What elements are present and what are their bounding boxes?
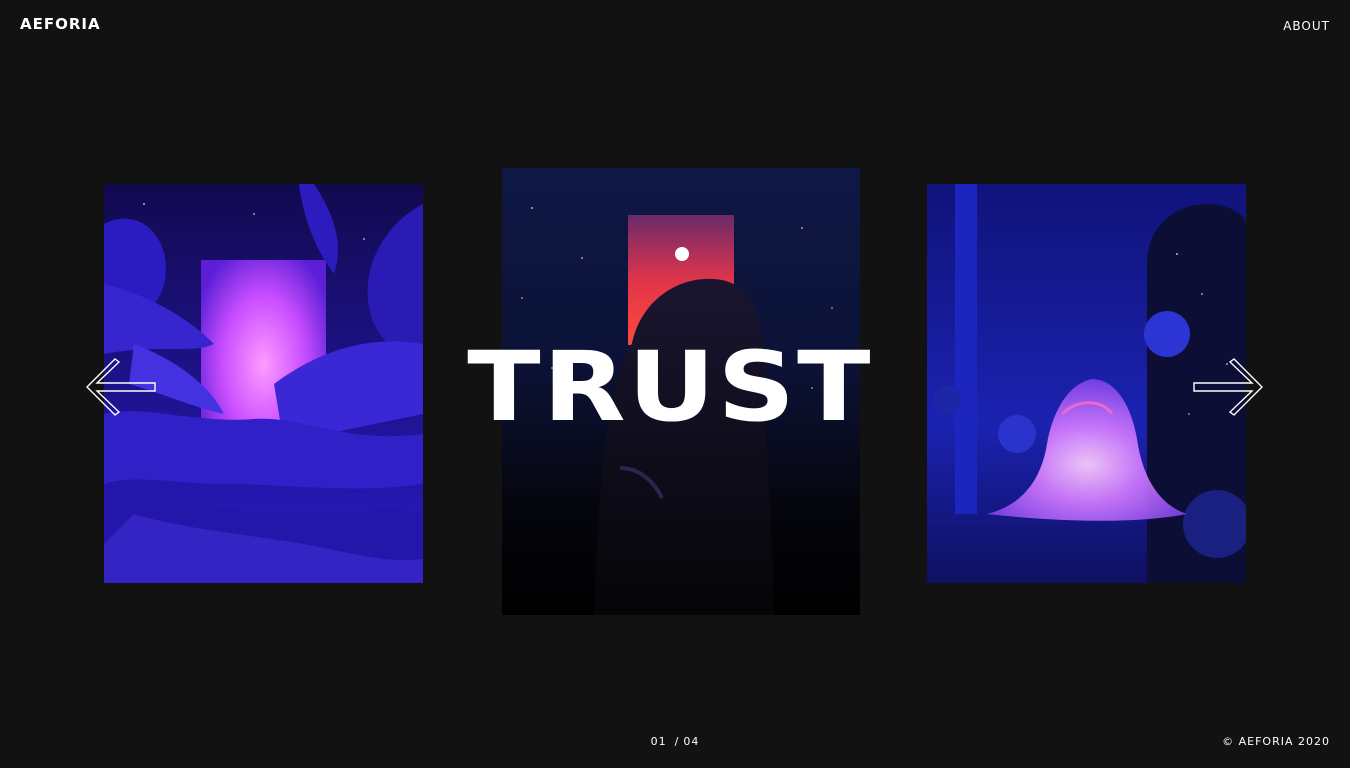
pager-separator: / bbox=[674, 735, 680, 748]
logo[interactable]: AEFORIA bbox=[20, 15, 101, 33]
slide-pager: 01 /04 bbox=[0, 735, 1350, 748]
prev-slide-button[interactable] bbox=[85, 357, 157, 417]
total-pages-number: 04 bbox=[683, 735, 700, 748]
slide-image-current[interactable] bbox=[502, 168, 860, 615]
current-page-number: 01 bbox=[650, 735, 667, 748]
next-slide-button[interactable] bbox=[1192, 357, 1264, 417]
copyright-text: © AEFORIA 2020 bbox=[1222, 735, 1330, 748]
page: AEFORIA ABOUT TRUST 01 / 04 © AEFORIA 20… bbox=[0, 0, 1350, 768]
arrow-right-icon bbox=[1193, 358, 1263, 416]
arrow-left-icon bbox=[86, 358, 156, 416]
nav-about-link[interactable]: ABOUT bbox=[1283, 19, 1330, 33]
shrouded-figure-artwork-image bbox=[521, 207, 833, 615]
